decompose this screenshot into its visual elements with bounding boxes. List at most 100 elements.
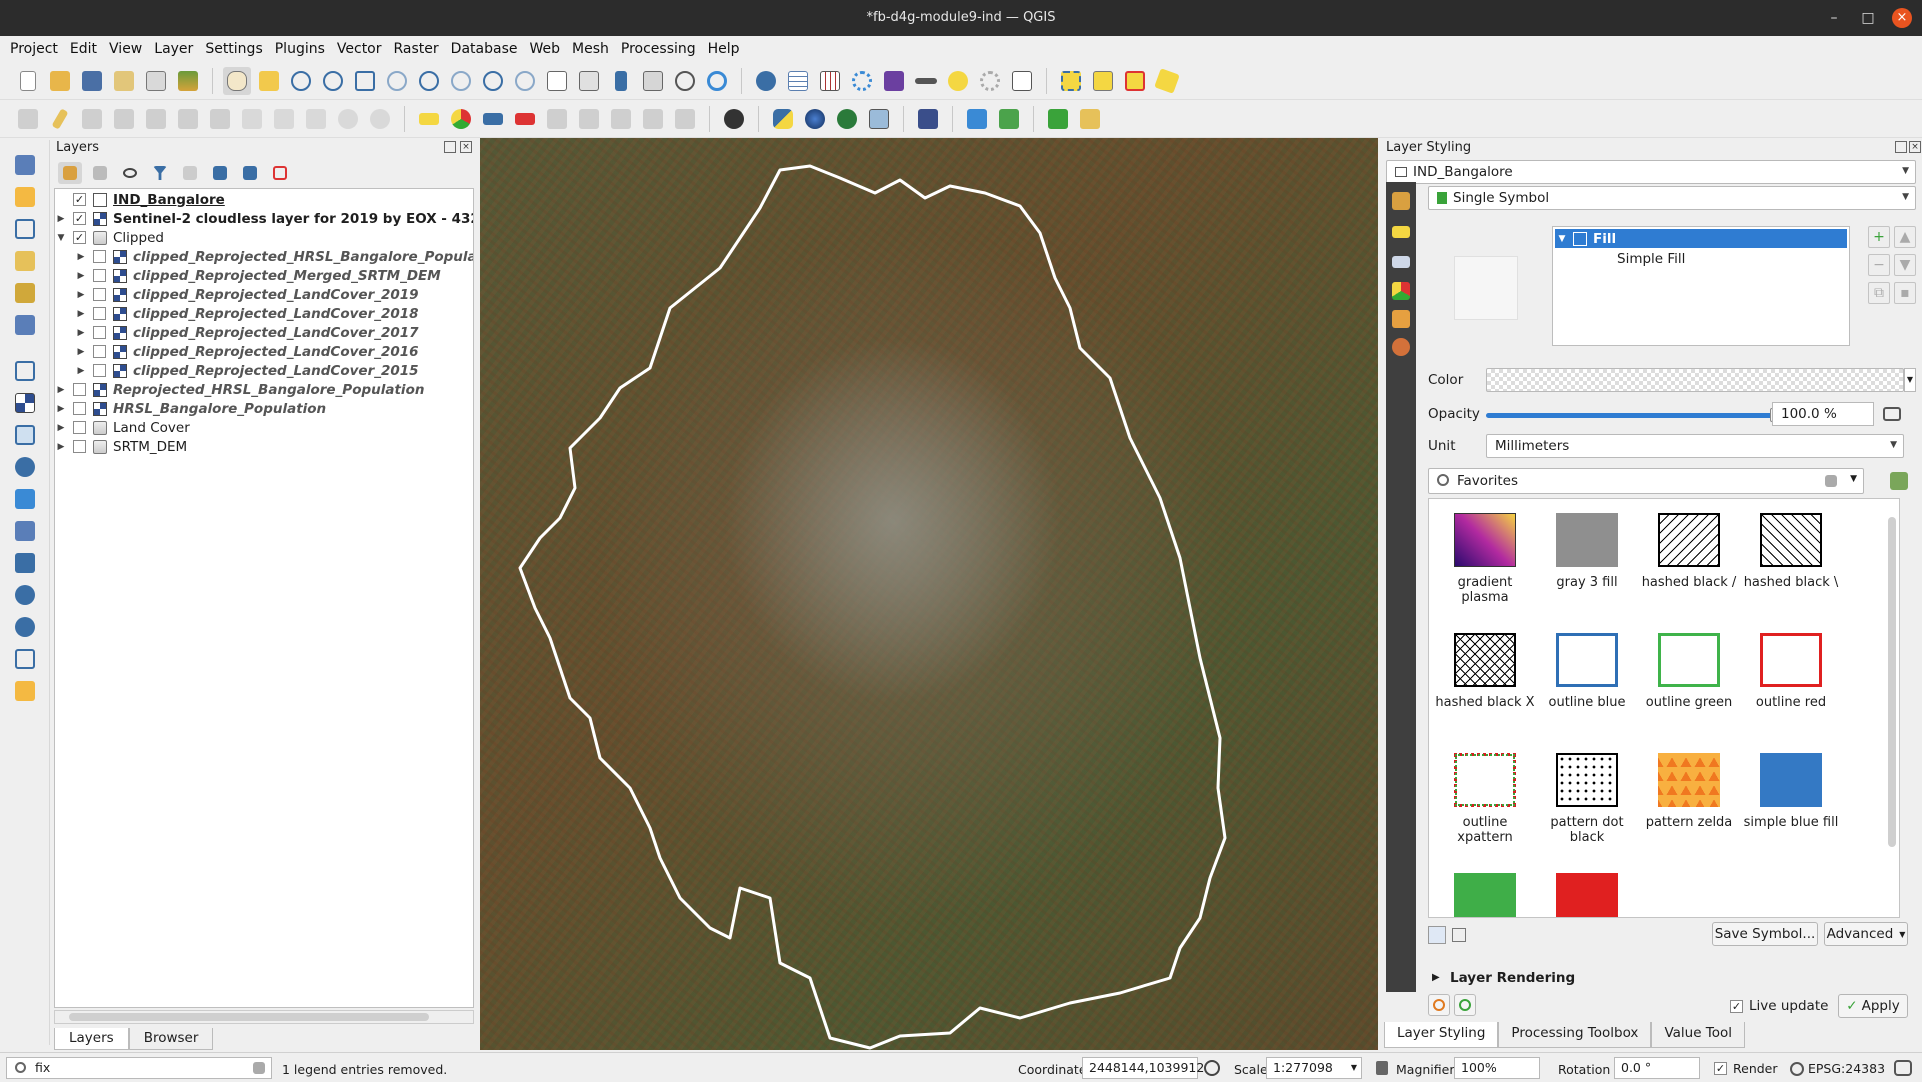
toggle-extents-icon[interactable] [1204, 1060, 1220, 1076]
new-temporary-layer-button[interactable] [10, 280, 40, 306]
symbol-outline-green[interactable]: outline green [1639, 633, 1739, 710]
python-console-button[interactable] [769, 105, 797, 133]
menu-database[interactable]: Database [445, 41, 524, 57]
messages-icon[interactable] [1894, 1060, 1912, 1076]
add-mssql-button[interactable] [10, 518, 40, 544]
menu-web[interactable]: Web [523, 41, 566, 57]
identify-features-button[interactable] [752, 67, 780, 95]
lock-scale-icon[interactable] [1376, 1061, 1388, 1075]
layer-checkbox[interactable] [93, 250, 106, 263]
layer-checkbox[interactable] [73, 383, 86, 396]
symbol-pattern-zelda[interactable]: pattern zelda [1639, 753, 1739, 830]
deselect-features-button[interactable] [1121, 67, 1149, 95]
menu-edit[interactable]: Edit [64, 41, 103, 57]
opacity-spinbox[interactable]: 100.0 % [1772, 402, 1874, 426]
tree-item-land-cover-group[interactable]: ▶ Land Cover [55, 418, 190, 437]
menu-settings[interactable]: Settings [199, 41, 268, 57]
menu-view[interactable]: View [103, 41, 148, 57]
menu-project[interactable]: Project [4, 41, 64, 57]
add-group-button[interactable] [88, 162, 112, 184]
expand-arrow-icon[interactable]: ▶ [55, 385, 67, 395]
refresh-button[interactable] [703, 67, 731, 95]
save-edits-button[interactable] [78, 105, 106, 133]
select-location-button[interactable] [1153, 67, 1181, 95]
renderer-combo[interactable]: Single Symbol ▼ [1428, 186, 1916, 210]
undo-style-button[interactable] [1428, 994, 1450, 1016]
select-by-value-button[interactable] [1089, 67, 1117, 95]
layer-rendering-section[interactable]: Layer Rendering [1450, 970, 1575, 986]
new-shapefile-button[interactable] [10, 248, 40, 274]
temporal-controller-button[interactable] [671, 67, 699, 95]
move-label-button[interactable] [543, 105, 571, 133]
rotation-spinbox[interactable]: 0.0 ° [1614, 1057, 1700, 1079]
symbol-simple-blue-fill[interactable]: simple blue fill [1741, 753, 1841, 830]
render-checkbox[interactable]: ✓ [1714, 1062, 1727, 1075]
save-project-button[interactable] [78, 67, 106, 95]
layer-checkbox[interactable]: ✓ [73, 212, 86, 225]
history-tab-icon[interactable] [1392, 338, 1410, 356]
info-plugin-button[interactable] [833, 105, 861, 133]
georeferencer-button[interactable] [865, 105, 893, 133]
new-virtual-layer-button[interactable] [10, 312, 40, 338]
menu-vector[interactable]: Vector [331, 41, 388, 57]
icon-view-button[interactable] [1428, 926, 1446, 944]
zoom-next-button[interactable] [511, 67, 539, 95]
redo-style-button[interactable] [1454, 994, 1476, 1016]
live-update-checkbox[interactable]: ✓ [1730, 999, 1743, 1013]
tree-item-clipped-lc-2017[interactable]: ▶ clipped_Reprojected_LandCover_2017 [75, 323, 419, 342]
style-manager-button[interactable] [174, 67, 202, 95]
clear-search-icon[interactable] [253, 1062, 265, 1074]
rotate-label-button[interactable] [575, 105, 603, 133]
actions-button[interactable] [976, 67, 1004, 95]
locator-search-input[interactable]: fix [6, 1057, 272, 1079]
redo-button[interactable] [366, 105, 394, 133]
menu-processing[interactable]: Processing [615, 41, 702, 57]
symbol-hashed-black-slash[interactable]: hashed black / [1639, 513, 1739, 590]
layer-checkbox[interactable] [93, 307, 106, 320]
coordinate-field[interactable]: 2448144,1039912 [1082, 1057, 1204, 1079]
expand-arrow-icon[interactable]: ▶ [55, 404, 67, 414]
text-annotation-button[interactable] [1008, 67, 1036, 95]
new-geopackage-button[interactable] [10, 184, 40, 210]
move-up-button[interactable]: ▲ [1894, 226, 1916, 248]
layer-checkbox[interactable] [73, 421, 86, 434]
menu-mesh[interactable]: Mesh [566, 41, 615, 57]
crs-button[interactable]: EPSG:24383 [1790, 1061, 1885, 1076]
map-canvas[interactable] [480, 138, 1378, 1050]
pin-labels-button[interactable] [479, 105, 507, 133]
symbol-gray-3-fill[interactable]: gray 3 fill [1537, 513, 1637, 590]
expand-arrow-icon[interactable]: ▶ [75, 309, 87, 319]
tree-item-clipped-lc-2016[interactable]: ▶ clipped_Reprojected_LandCover_2016 [75, 342, 419, 361]
expand-arrow-icon[interactable]: ▶ [75, 271, 87, 281]
layer-checkbox[interactable]: ✓ [73, 231, 86, 244]
symbol-gradient-plasma[interactable]: gradient plasma [1435, 513, 1535, 605]
add-delimited-text-button[interactable] [10, 358, 40, 384]
symbology-tab-icon[interactable] [1392, 192, 1410, 210]
close-panel-icon[interactable]: × [1909, 141, 1921, 153]
diagram-button[interactable] [447, 105, 475, 133]
expand-arrow-icon[interactable]: ▶ [75, 366, 87, 376]
add-raster-layer-button[interactable] [10, 390, 40, 416]
menu-plugins[interactable]: Plugins [269, 41, 331, 57]
layout-manager-button[interactable] [142, 67, 170, 95]
save-symbol-button[interactable]: Save Symbol... [1712, 922, 1818, 946]
add-spatialite-button[interactable] [10, 486, 40, 512]
add-postgis-button[interactable] [10, 454, 40, 480]
globe-button[interactable] [801, 105, 829, 133]
new-map-view-button[interactable] [543, 67, 571, 95]
edit-features-button[interactable] [1076, 105, 1104, 133]
modify-attributes-button[interactable] [174, 105, 202, 133]
layer-checkbox[interactable] [93, 345, 106, 358]
add-oracle-button[interactable] [10, 550, 40, 576]
open-layer-styling-button[interactable] [58, 162, 82, 184]
manage-visibility-button[interactable] [118, 162, 142, 184]
color-menu-arrow-icon[interactable]: ▼ [1904, 368, 1916, 392]
label-toolbar-button[interactable] [415, 105, 443, 133]
expand-all-button[interactable] [208, 162, 232, 184]
tree-item-clipped-group[interactable]: ▼ ✓ Clipped [55, 228, 164, 247]
expand-arrow-icon[interactable]: ▶ [75, 252, 87, 262]
highlight-labels-button[interactable] [511, 105, 539, 133]
tree-item-clipped-lc-2015[interactable]: ▶ clipped_Reprojected_LandCover_2015 [75, 361, 419, 380]
expand-arrow-icon[interactable]: ▶ [55, 423, 67, 433]
layer-checkbox[interactable] [93, 364, 106, 377]
